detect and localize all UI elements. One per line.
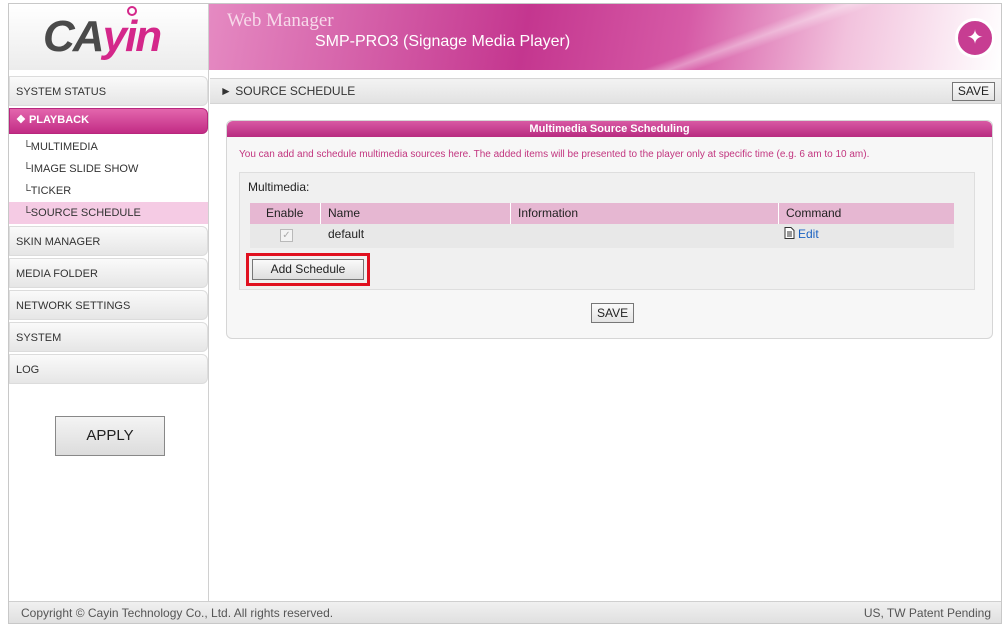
column-information: Information (518, 206, 579, 220)
save-button[interactable]: SAVE (591, 303, 635, 323)
logo-area: CAyin (9, 4, 209, 70)
sidebar-item-log[interactable]: LOG (9, 354, 208, 384)
playback-marker-icon: ❖ (16, 114, 26, 126)
header-banner: Web Manager SMP-PRO3 (Signage Media Play… (209, 4, 1001, 70)
page-title: ► SOURCE SCHEDULE (220, 84, 356, 98)
edit-link[interactable]: Edit (798, 227, 819, 241)
save-button-top[interactable]: SAVE (951, 82, 995, 101)
sidebar-subitem-ticker[interactable]: └TICKER (9, 180, 208, 202)
main-content: ► SOURCE SCHEDULE SAVE Multimedia Source… (210, 70, 1001, 601)
sub-arrow-icon: └ (23, 141, 31, 153)
sub-arrow-icon: └ (23, 185, 31, 197)
copyright-text: Copyright © Cayin Technology Co., Ltd. A… (21, 606, 334, 620)
column-enable: Enable (266, 206, 304, 220)
multimedia-section: Multimedia: Enable Name Information Comm… (239, 172, 975, 290)
sidebar: SYSTEM STATUS ❖ PLAYBACK └MULTIMEDIA └IM… (9, 70, 209, 601)
add-schedule-highlight: Add Schedule (246, 253, 370, 286)
sidebar-subitem-multimedia[interactable]: └MULTIMEDIA (9, 136, 208, 158)
banner-decoration (569, 4, 949, 70)
sidebar-item-system-status[interactable]: SYSTEM STATUS (9, 76, 208, 106)
table-header: Enable Name Information Command (250, 203, 954, 248)
sidebar-subitem-image-slide-show[interactable]: └IMAGE SLIDE SHOW (9, 158, 208, 180)
add-schedule-button[interactable]: Add Schedule (252, 259, 364, 280)
app-title: Web Manager (227, 10, 334, 31)
section-label: Multimedia: (248, 180, 310, 194)
breadcrumb: ► SOURCE SCHEDULE SAVE (210, 78, 1001, 104)
sidebar-item-media-folder[interactable]: MEDIA FOLDER (9, 258, 208, 288)
panel-title: Multimedia Source Scheduling (227, 121, 992, 137)
arrow-right-icon: ► (220, 84, 232, 98)
sub-arrow-icon: └ (23, 207, 31, 219)
sidebar-item-system[interactable]: SYSTEM (9, 322, 208, 352)
patent-text: US, TW Patent Pending (863, 606, 991, 620)
document-icon (784, 227, 795, 242)
sidebar-subitem-source-schedule[interactable]: └SOURCE SCHEDULE (9, 202, 208, 224)
sub-arrow-icon: └ (23, 163, 31, 175)
enable-checkbox[interactable]: ✓ (280, 229, 293, 242)
column-name: Name (328, 206, 361, 220)
sidebar-item-playback[interactable]: ❖ PLAYBACK (9, 108, 208, 134)
sidebar-item-network-settings[interactable]: NETWORK SETTINGS (9, 290, 208, 320)
device-title: SMP-PRO3 (Signage Media Player) (315, 33, 571, 50)
scheduling-panel: Multimedia Source Scheduling You can add… (226, 120, 993, 339)
table-row: ✓ default Edit (250, 224, 954, 248)
footer: Copyright © Cayin Technology Co., Ltd. A… (9, 601, 1001, 623)
cayin-logo: CAyin (43, 6, 162, 62)
sidebar-item-skin-manager[interactable]: SKIN MANAGER (9, 226, 208, 256)
row-name: default (328, 227, 365, 241)
apply-button[interactable]: APPLY (55, 416, 165, 456)
logo-dot (127, 6, 137, 16)
magic-wand-icon[interactable]: ✦ (955, 18, 995, 58)
column-command: Command (786, 206, 842, 220)
panel-note: You can add and schedule multimedia sour… (239, 149, 870, 160)
app-window: CAyin Web Manager SMP-PRO3 (Signage Medi… (8, 3, 1002, 624)
